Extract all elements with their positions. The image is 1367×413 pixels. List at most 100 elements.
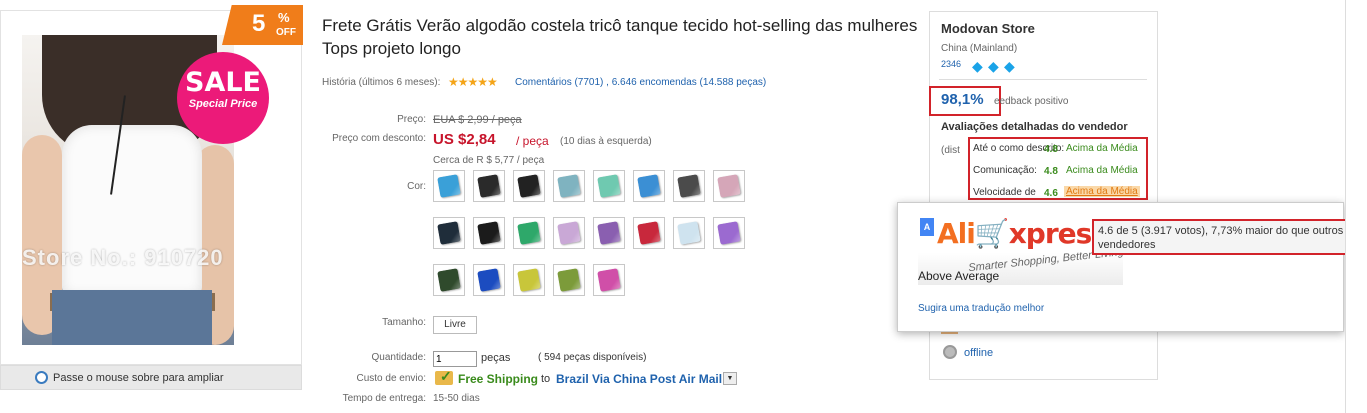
store-feedback-score-link[interactable]: 2346 (941, 59, 961, 69)
fabric-thumbnail (477, 221, 501, 245)
color-swatch[interactable] (433, 264, 465, 296)
delivery-label: Tempo de entrega: (342, 393, 426, 404)
sale-badge: SALE Special Price (177, 52, 269, 144)
fabric-thumbnail (717, 221, 741, 245)
size-option-button[interactable]: Livre (433, 316, 477, 334)
positive-feedback-label: eedback positivo (994, 96, 1069, 107)
fabric-thumbnail (517, 221, 541, 245)
translated-text: Above Average (918, 269, 1000, 283)
color-swatch[interactable] (513, 217, 545, 249)
color-swatch[interactable] (553, 170, 585, 202)
product-title: Frete Grátis Verão algodão costela tricô… (322, 16, 918, 58)
shipping-method-link[interactable]: Brazil Via China Post Air Mail (556, 372, 722, 386)
fabric-thumbnail (597, 221, 621, 245)
cart-icon: 🛒 (974, 217, 1010, 250)
color-swatch[interactable] (633, 217, 665, 249)
discount-price-label: Preço com desconto: (332, 133, 426, 144)
color-swatch[interactable] (473, 170, 505, 202)
discount-off-label: OFF (276, 27, 296, 38)
fabric-thumbnail (597, 174, 621, 198)
fabric-thumbnail (557, 221, 581, 245)
logo-ali-text: Ali (937, 217, 976, 250)
discount-percent-sign: % (278, 10, 290, 25)
fabric-thumbnail (677, 174, 701, 198)
fabric-thumbnail (517, 174, 541, 198)
price-unit: / peça (516, 134, 549, 148)
quantity-input[interactable] (433, 351, 477, 367)
page-right-edge (1345, 0, 1367, 413)
fabric-thumbnail (597, 268, 621, 292)
price-label: Preço: (397, 114, 426, 125)
diamond-icon: ◆ (988, 58, 999, 74)
diamond-icon: ◆ (1004, 58, 1015, 74)
status-offline-icon (943, 345, 957, 359)
translate-icon: A (920, 218, 934, 236)
fabric-thumbnail (557, 268, 581, 292)
color-swatch[interactable] (673, 217, 705, 249)
positive-feedback-percent: 98,1% (941, 91, 984, 108)
color-swatch[interactable] (473, 264, 505, 296)
color-swatch[interactable] (633, 170, 665, 202)
store-name-link[interactable]: Modovan Store (941, 21, 1035, 36)
fabric-thumbnail (477, 268, 501, 292)
discount-price: US $2,84 (433, 131, 496, 148)
shipping-dropdown-icon[interactable]: ▼ (723, 372, 737, 385)
color-swatch[interactable] (713, 217, 745, 249)
quantity-unit: peças (481, 352, 511, 364)
store-divider (939, 79, 1147, 80)
fabric-thumbnail (677, 221, 701, 245)
suggest-translation-link[interactable]: Sugira uma tradução melhor (918, 303, 1044, 314)
fabric-thumbnail (517, 268, 541, 292)
price-time-left: (10 dias à esquerda) (560, 136, 652, 147)
aliexpress-logo: Ali🛒xpress (937, 217, 1108, 250)
discount-number: 5 (252, 10, 266, 37)
color-swatch[interactable] (553, 217, 585, 249)
color-swatch[interactable] (713, 170, 745, 202)
fabric-thumbnail (717, 174, 741, 198)
color-label: Cor: (407, 181, 426, 192)
detailed-ratings-highlight (968, 137, 1148, 200)
color-swatch[interactable] (673, 170, 705, 202)
fabric-thumbnail (637, 174, 661, 198)
history-label: História (últimos 6 meses): (322, 77, 441, 88)
fabric-thumbnail (437, 268, 461, 292)
seller-ratings-title: Avaliações detalhadas do vendedor (941, 121, 1128, 133)
zoom-hint-bar: Passe o mouse sobre para ampliar (0, 365, 302, 390)
fabric-thumbnail (437, 174, 461, 198)
size-label: Tamanho: (382, 317, 426, 328)
free-shipping-icon (435, 368, 453, 385)
color-swatch[interactable] (593, 264, 625, 296)
color-swatch[interactable] (593, 217, 625, 249)
diamond-icon: ◆ (972, 58, 983, 74)
sale-badge-title: SALE (185, 67, 261, 98)
fabric-thumbnail (477, 174, 501, 198)
color-swatch[interactable] (553, 264, 585, 296)
reviews-link[interactable]: Comentários (7701) , 6.646 encomendas (1… (515, 77, 766, 88)
color-swatch[interactable] (433, 170, 465, 202)
free-shipping-text: Free Shipping (458, 372, 539, 386)
quantity-label: Quantidade: (371, 352, 427, 363)
color-swatch[interactable] (513, 264, 545, 296)
color-swatch[interactable] (513, 170, 545, 202)
ship-to-text: to (541, 373, 551, 385)
rating-tooltip: 4.6 de 5 (3.917 votos), 7,73% maior do q… (1092, 219, 1360, 255)
approx-price: Cerca de R $ 5,77 / peça (433, 155, 545, 166)
rating-stars-icon: ★★★★★ (448, 75, 498, 89)
original-price: EUA $ 2,99 / peça (433, 114, 522, 126)
color-swatch[interactable] (473, 217, 505, 249)
ratings-partial-label: (dist (941, 145, 960, 156)
sale-badge-subtitle: Special Price (188, 98, 258, 110)
fabric-thumbnail (437, 221, 461, 245)
fabric-thumbnail (637, 221, 661, 245)
store-country: China (Mainland) (941, 43, 1018, 54)
fabric-thumbnail (557, 174, 581, 198)
quantity-available: ( 594 peças disponíveis) (538, 352, 647, 363)
zoom-hint-text: Passe o mouse sobre para ampliar (53, 372, 224, 384)
color-swatch[interactable] (433, 217, 465, 249)
image-watermark: Store No.: 910720 (22, 245, 224, 270)
delivery-time: 15-50 dias (433, 393, 480, 404)
color-swatch[interactable] (593, 170, 625, 202)
magnifier-icon (35, 371, 48, 384)
store-status-link[interactable]: offline (964, 347, 993, 359)
discount-tag: 5 % OFF (222, 5, 303, 45)
